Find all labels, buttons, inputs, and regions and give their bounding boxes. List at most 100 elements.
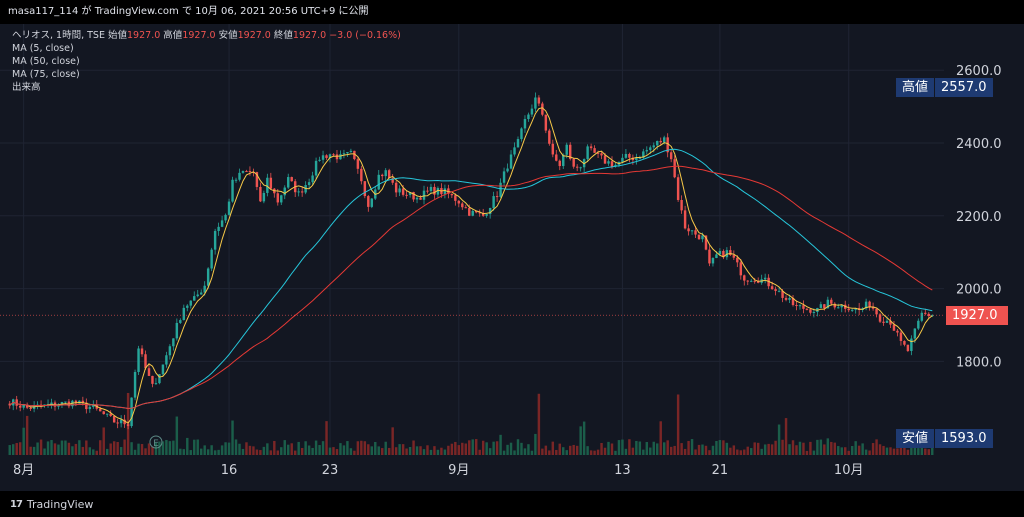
volume-bar [889, 447, 892, 455]
volume-bar [332, 447, 335, 455]
candle-body [565, 144, 568, 155]
volume-bar [130, 442, 133, 455]
price-chart[interactable]: 1800.0 2000.0 2200.0 2400.0 2600.0 8月 16 23 9月 1… [0, 24, 1024, 491]
volume-bar [39, 439, 43, 455]
volume-bar [450, 443, 454, 455]
volume-bar [882, 445, 885, 455]
volume-bar [558, 443, 561, 455]
time-tick-label: 23 [322, 463, 339, 478]
candle-body [701, 235, 704, 240]
volume-bar [586, 446, 589, 455]
volume-bar [837, 446, 840, 455]
candle-body [659, 140, 662, 143]
price-tick-label: 2200.0 [956, 210, 1002, 225]
volume-bar [328, 447, 332, 455]
candle-body [88, 406, 92, 410]
legend-symbol[interactable]: ヘリオス, 1時間, TSE [12, 30, 105, 41]
volume-bar [196, 439, 199, 455]
volume-bar [64, 440, 67, 455]
volume-bar [530, 450, 534, 455]
volume-bar [25, 415, 29, 455]
candle-body [788, 297, 791, 300]
volume-bar [610, 443, 614, 455]
candle-body [882, 321, 885, 323]
candle-body [363, 181, 367, 197]
volume-bar [57, 444, 60, 455]
candle-body [415, 197, 419, 200]
volume-bar [356, 441, 360, 455]
candle-body [398, 188, 401, 193]
candle-body [600, 153, 603, 156]
candle-body [694, 230, 697, 235]
volume-bar [499, 434, 502, 455]
candle-body [746, 280, 749, 282]
volume-bar [144, 448, 147, 455]
candle-body [356, 159, 360, 169]
candle-body [241, 171, 245, 173]
volume-bar [791, 440, 795, 455]
candle-body [558, 160, 561, 167]
volume-bar [642, 449, 645, 455]
volume-bar [589, 450, 593, 455]
volume-bar [454, 441, 457, 455]
candle-body [367, 196, 370, 207]
candle-body [502, 171, 506, 183]
volume-bar [666, 440, 669, 455]
candle-body [140, 348, 144, 355]
candle-body [520, 128, 523, 140]
legend-ma75[interactable]: MA (75, close) [12, 68, 401, 81]
volume-bar [60, 440, 64, 455]
candle-body [676, 177, 680, 200]
candle-body [394, 182, 398, 193]
candle-body [506, 168, 509, 172]
tradingview-logo[interactable]: 17 TradingView [10, 498, 93, 511]
candle-body [770, 286, 774, 290]
candle-body [116, 422, 119, 424]
volume-bar [165, 439, 168, 455]
volume-bar [917, 448, 920, 455]
legend-ma5[interactable]: MA (5, close) [12, 42, 401, 55]
volume-bar [624, 448, 628, 455]
volume-bar [523, 448, 527, 455]
candle-body [419, 197, 422, 200]
volume-bar [788, 444, 791, 455]
legend-volume[interactable]: 出来高 [12, 81, 401, 94]
candle-body [690, 230, 694, 232]
volume-bar [662, 442, 666, 455]
volume-bar [478, 449, 481, 455]
candle-body [384, 170, 387, 177]
volume-bar [387, 447, 391, 455]
candle-body [572, 158, 575, 167]
time-axis[interactable]: 8月 16 23 9月 13 21 10月 [0, 455, 944, 491]
volume-bar [485, 442, 488, 455]
volume-bar [74, 443, 78, 455]
candle-body [875, 308, 878, 315]
volume-bar [802, 442, 805, 455]
legend-ma50[interactable]: MA (50, close) [12, 55, 401, 68]
candle-body [269, 177, 273, 189]
candle-body [537, 97, 541, 104]
volume-bar [426, 445, 429, 455]
volume-bar [715, 441, 718, 455]
volume-bar [168, 441, 172, 455]
candle-body [332, 154, 335, 156]
volume-bar [736, 449, 739, 455]
volume-bar [509, 442, 513, 455]
volume-bar [461, 442, 464, 455]
candle-body [349, 150, 353, 153]
candle-body [798, 305, 802, 307]
candle-body [920, 312, 924, 321]
volume-bar [433, 446, 436, 455]
candle-body [906, 344, 910, 351]
volume-bar [516, 439, 520, 455]
low-marker: 安値 1593.0 [896, 429, 993, 448]
candle-body [899, 332, 903, 341]
volume-bar [36, 442, 39, 455]
candle-body [461, 203, 464, 208]
volume-bar [436, 449, 440, 455]
candle-body [645, 150, 649, 152]
volume-bar [614, 450, 617, 455]
volume-bar [537, 393, 541, 455]
candle-body [819, 304, 823, 308]
volume-bar [833, 442, 837, 455]
